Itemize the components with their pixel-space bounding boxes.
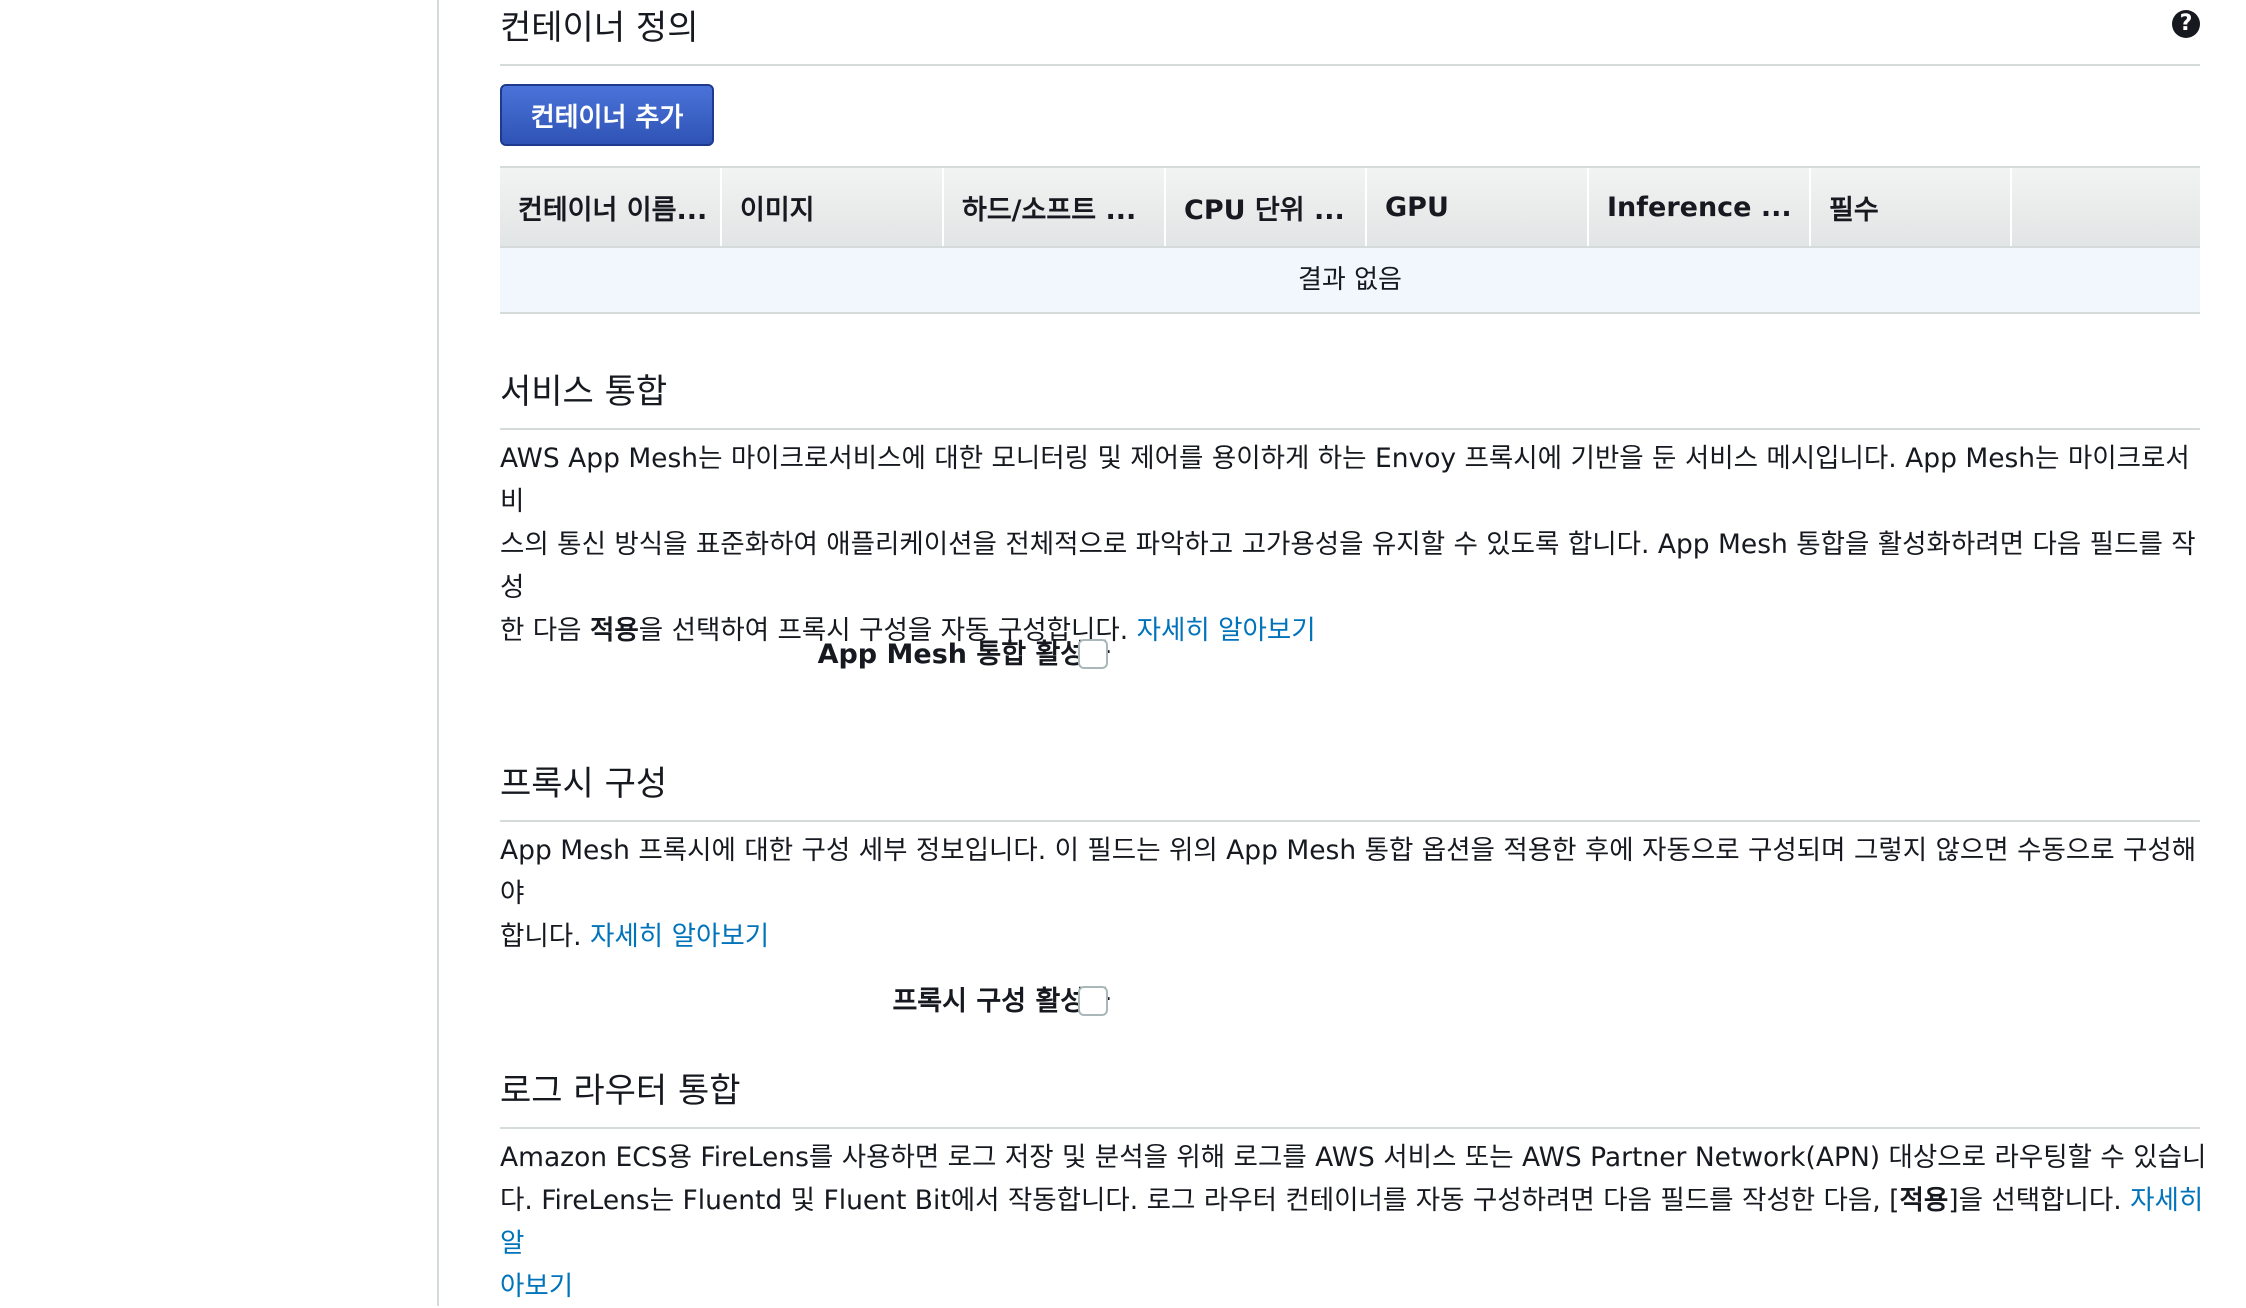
column-header-actions	[2012, 168, 2200, 246]
app-mesh-enable-row: App Mesh 통합 활성화	[500, 635, 1200, 675]
proxy-config-title: 프록시 구성	[500, 764, 668, 804]
table-header: 컨테이너 이름... 이미지 하드/소프트 ... CPU 단위 ... GPU…	[500, 166, 2200, 248]
description-text: ]을 선택합니다.	[1948, 1185, 2131, 1216]
proxy-config-description: App Mesh 프록시에 대한 구성 세부 정보입니다. 이 필드는 위의 A…	[500, 829, 2212, 958]
column-header-image[interactable]: 이미지	[722, 168, 944, 246]
learn-more-link-continued[interactable]: 아보기	[500, 1271, 573, 1302]
description-text: 다. FireLens는 Fluentd 및 Fluent Bit에서 작동합니…	[500, 1185, 1900, 1216]
proxy-config-header: 프록시 구성	[500, 756, 2200, 822]
description-line: Amazon ECS용 FireLens를 사용하면 로그 저장 및 분석을 위…	[500, 1142, 2207, 1173]
log-router-header: 로그 라우터 통합	[500, 1063, 2200, 1129]
description-line: 스의 통신 방식을 표준화하여 애플리케이션을 전체적으로 파악하고 고가용성을…	[500, 529, 2196, 603]
description-line: 아보기	[500, 1265, 2212, 1308]
empty-results-row: 결과 없음	[500, 248, 2200, 314]
service-integration-header: 서비스 통합	[500, 364, 2200, 430]
description-line: 합니다. 자세히 알아보기	[500, 915, 2212, 958]
log-router-description: Amazon ECS용 FireLens를 사용하면 로그 저장 및 분석을 위…	[500, 1136, 2212, 1308]
proxy-config-enable-checkbox[interactable]	[1078, 986, 1108, 1016]
column-header-essential[interactable]: 필수	[1811, 168, 2012, 246]
container-definitions-title: 컨테이너 정의	[500, 8, 699, 48]
column-header-container-name[interactable]: 컨테이너 이름...	[500, 168, 722, 246]
left-navigation-rail	[0, 0, 439, 1306]
add-container-button[interactable]: 컨테이너 추가	[500, 84, 714, 146]
learn-more-link[interactable]: 자세히 알아보기	[590, 921, 769, 952]
container-table: 컨테이너 이름... 이미지 하드/소프트 ... CPU 단위 ... GPU…	[500, 166, 2200, 314]
help-icon[interactable]: ?	[2172, 10, 2200, 38]
column-header-cpu-units[interactable]: CPU 단위 ...	[1166, 168, 1367, 246]
description-text: 합니다.	[500, 921, 590, 952]
app-mesh-enable-checkbox[interactable]	[1078, 639, 1108, 669]
proxy-config-enable-row: 프록시 구성 활성화	[500, 982, 1200, 1022]
service-integration-title: 서비스 통합	[500, 372, 668, 412]
description-bold-text: 적용	[1899, 1185, 1949, 1216]
column-header-gpu[interactable]: GPU	[1367, 168, 1589, 246]
description-line: App Mesh 프록시에 대한 구성 세부 정보입니다. 이 필드는 위의 A…	[500, 835, 2197, 909]
log-router-title: 로그 라우터 통합	[500, 1071, 741, 1111]
column-header-memory-limits[interactable]: 하드/소프트 ...	[944, 168, 1166, 246]
app-mesh-enable-label: App Mesh 통합 활성화	[817, 639, 1110, 670]
container-definitions-header: 컨테이너 정의 ?	[500, 0, 2200, 66]
description-line: 다. FireLens는 Fluentd 및 Fluent Bit에서 작동합니…	[500, 1179, 2212, 1265]
service-integration-description: AWS App Mesh는 마이크로서비스에 대한 모니터링 및 제어를 용이하…	[500, 437, 2212, 652]
column-header-inference[interactable]: Inference ...	[1589, 168, 1811, 246]
description-line: AWS App Mesh는 마이크로서비스에 대한 모니터링 및 제어를 용이하…	[500, 443, 2190, 517]
